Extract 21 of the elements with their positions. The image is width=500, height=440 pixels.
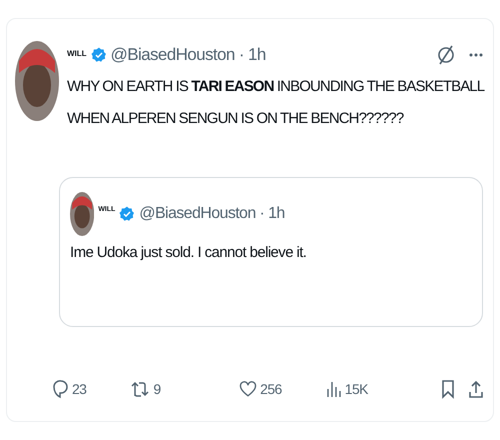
user-name[interactable]: WILL: [67, 49, 87, 58]
share-icon[interactable]: [469, 380, 483, 398]
more-icon[interactable]: [469, 53, 483, 57]
slashed-circle-icon[interactable]: [437, 44, 455, 66]
like-button[interactable]: 256: [239, 380, 326, 398]
avatar[interactable]: [70, 192, 94, 236]
views-icon: [326, 380, 342, 398]
tweet-text: WHY ON EARTH IS TARI EASON INBOUNDING THE BASKETBALL WHEN ALPEREN SENGUN IS ON THE BENCH??????: [67, 77, 486, 129]
user-handle[interactable]: @BiasedHouston · 1h: [110, 45, 266, 65]
verified-badge-icon: [90, 47, 107, 63]
repost-icon: [130, 380, 150, 398]
quoted-text: Ime Udoka just sold. I cannot believe it.: [70, 244, 308, 261]
heart-icon: [239, 380, 258, 398]
verified-badge-icon: [119, 206, 136, 222]
repost-button[interactable]: 9: [130, 380, 240, 398]
reply-icon: [53, 379, 69, 399]
bookmark-icon[interactable]: [441, 379, 455, 399]
user-handle[interactable]: @BiasedHouston · 1h: [139, 205, 285, 223]
views-button[interactable]: 15K: [326, 380, 429, 398]
reply-button[interactable]: 23: [53, 379, 130, 399]
avatar[interactable]: [15, 41, 59, 121]
